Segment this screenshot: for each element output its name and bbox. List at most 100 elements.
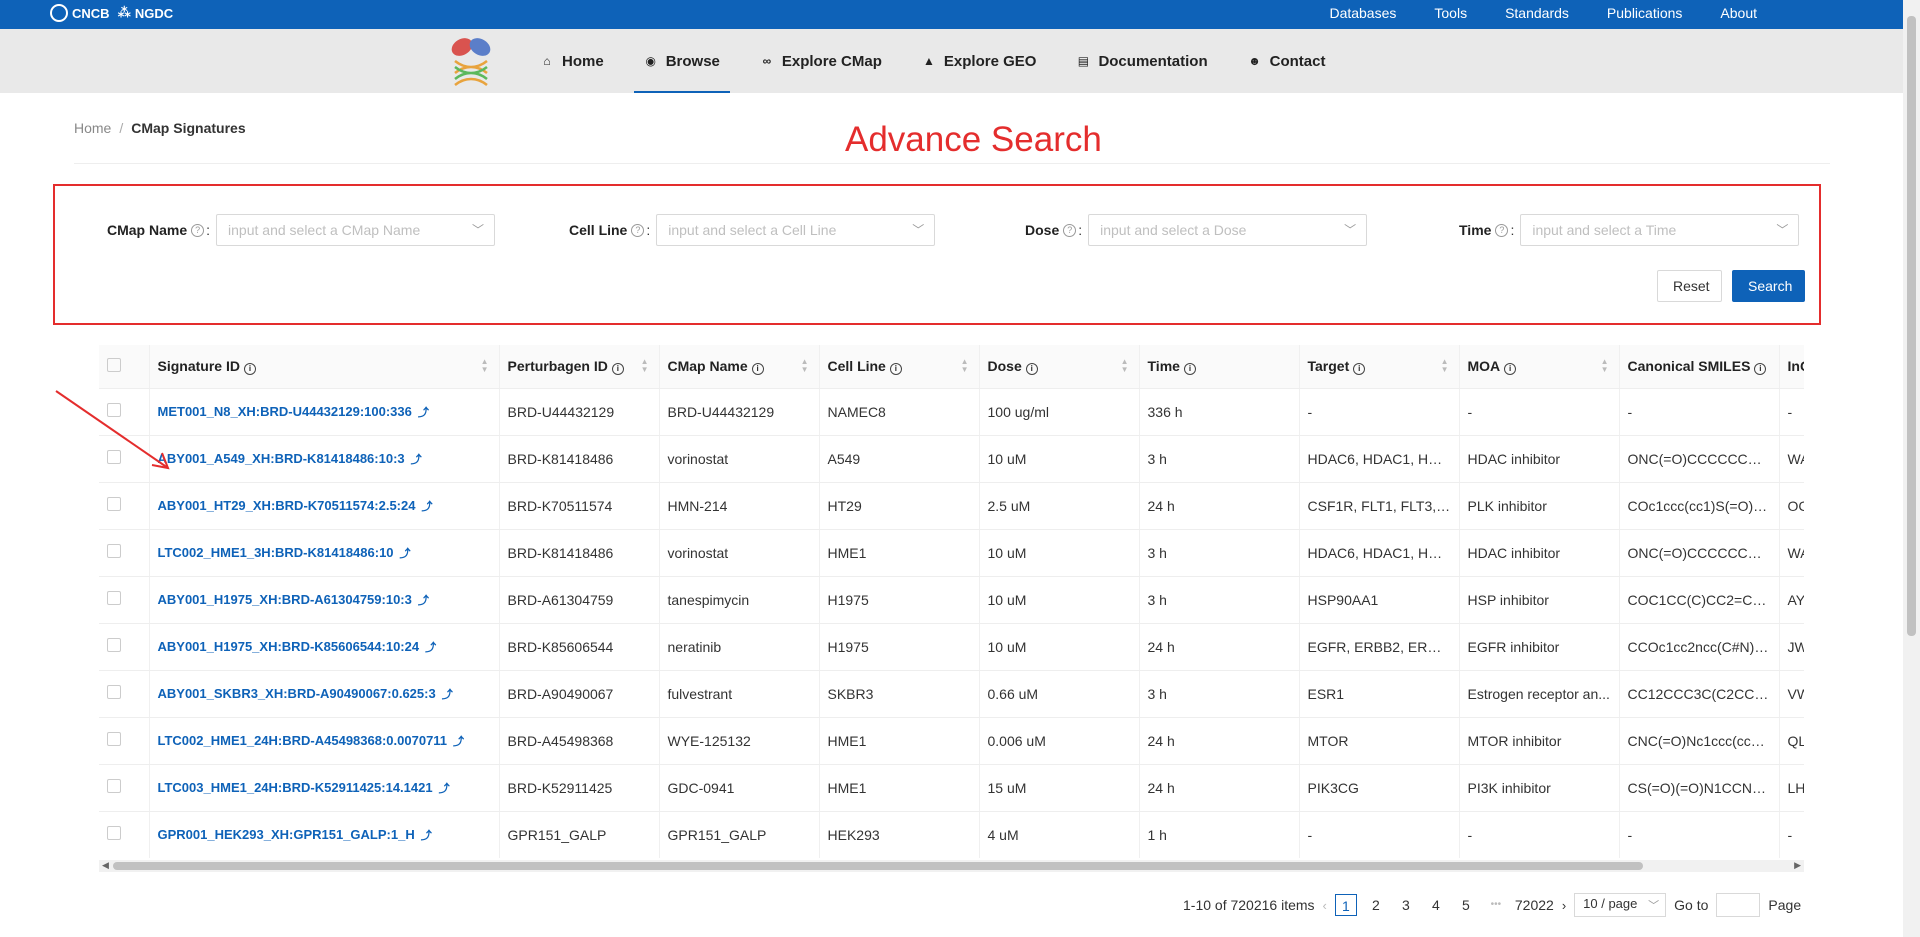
signature-id-link[interactable]: LTC003_HME1_24H:BRD-K52911425:14.1421 ⤴ bbox=[148, 764, 499, 812]
row-checkbox[interactable] bbox=[107, 685, 121, 699]
reset-button[interactable]: Reset bbox=[1657, 270, 1722, 302]
nav-browse[interactable]: ◉ Browse bbox=[624, 29, 740, 93]
chart-icon[interactable]: ⤴ bbox=[418, 595, 429, 607]
signature-id-link[interactable]: ABY001_H1975_XH:BRD-K85606544:10:24 ⤴ bbox=[148, 623, 499, 671]
scrollbar-thumb[interactable] bbox=[113, 862, 1643, 870]
table-row[interactable]: MET001_N8_XH:BRD-U44432129:100:336 ⤴ BRD-U… bbox=[99, 388, 1804, 436]
scrollbar-thumb[interactable] bbox=[1907, 16, 1916, 636]
scroll-right-icon[interactable]: ▶ bbox=[1794, 860, 1801, 871]
signature-id-link[interactable]: LTC002_HME1_3H:BRD-K81418486:10 ⤴ bbox=[148, 529, 499, 577]
chart-icon[interactable]: ⤴ bbox=[442, 689, 453, 701]
dose-select[interactable]: input and select a Dose ﹀ bbox=[1088, 214, 1368, 246]
cmap-name-select[interactable]: input and select a CMap Name ﹀ bbox=[216, 214, 496, 246]
help-icon[interactable]: ? bbox=[191, 223, 205, 237]
chart-icon[interactable]: ⤴ bbox=[418, 407, 429, 419]
col-cmap-name[interactable]: CMap Name i ▲ ▼ bbox=[658, 345, 819, 389]
col-signature-id[interactable]: Signature ID i ▲ ▼ bbox=[148, 345, 499, 389]
row-checkbox[interactable] bbox=[107, 638, 121, 652]
sort-icon[interactable]: ▲ ▼ bbox=[801, 358, 809, 374]
time-select[interactable]: input and select a Time ﹀ bbox=[1520, 214, 1800, 246]
col-inchi[interactable]: InC bbox=[1778, 345, 1804, 389]
signature-id-link[interactable]: ABY001_A549_XH:BRD-K81418486:10:3 ⤴ bbox=[148, 435, 499, 483]
sort-icon[interactable]: ▲ ▼ bbox=[1601, 358, 1609, 374]
table-row[interactable]: LTC002_HME1_24H:BRD-A45498368:0.0070711 ⤴… bbox=[99, 717, 1804, 765]
signature-id-link[interactable]: LTC002_HME1_24H:BRD-A45498368:0.0070711 ⤴ bbox=[148, 717, 499, 765]
col-target[interactable]: Target i ▲ ▼ bbox=[1298, 345, 1459, 389]
top-link-tools[interactable]: Tools bbox=[1434, 5, 1467, 21]
signature-id-link[interactable]: ABY001_H1975_XH:BRD-A61304759:10:3 ⤴ bbox=[148, 576, 499, 624]
nav-contact[interactable]: ☻ Contact bbox=[1228, 29, 1346, 93]
help-icon[interactable]: ? bbox=[1495, 223, 1509, 237]
row-checkbox[interactable] bbox=[107, 732, 121, 746]
col-canonical-smiles[interactable]: Canonical SMILES i bbox=[1618, 345, 1779, 389]
table-row[interactable]: LTC003_HME1_24H:BRD-K52911425:14.1421 ⤴ BR… bbox=[99, 764, 1804, 812]
help-icon[interactable]: ? bbox=[1063, 223, 1077, 237]
page-last[interactable]: 72022 bbox=[1515, 894, 1554, 916]
search-button[interactable]: Search bbox=[1732, 270, 1805, 302]
signature-id-link[interactable]: ABY001_HT29_XH:BRD-K70511574:2.5:24 ⤴ bbox=[148, 482, 499, 530]
breadcrumb-home[interactable]: Home bbox=[74, 120, 111, 136]
top-link-databases[interactable]: Databases bbox=[1329, 5, 1396, 21]
page-4[interactable]: 4 bbox=[1425, 894, 1447, 916]
col-moa[interactable]: MOA i ▲ ▼ bbox=[1458, 345, 1619, 389]
chart-icon[interactable]: ⤴ bbox=[411, 454, 422, 466]
page-size-select[interactable]: 10 / page ﹀ bbox=[1574, 893, 1667, 917]
sort-icon[interactable]: ▲ ▼ bbox=[1441, 358, 1449, 374]
row-checkbox[interactable] bbox=[107, 497, 121, 511]
table-row[interactable]: GPR001_HEK293_XH:GPR151_GALP:1_H ⤴ GPR151_… bbox=[99, 811, 1804, 858]
pagination-ellipsis[interactable]: ••• bbox=[1485, 894, 1507, 916]
top-link-standards[interactable]: Standards bbox=[1505, 5, 1569, 21]
top-link-publications[interactable]: Publications bbox=[1607, 5, 1683, 21]
col-perturbagen-id[interactable]: Perturbagen ID i ▲ ▼ bbox=[498, 345, 659, 389]
chart-icon[interactable]: ⤴ bbox=[425, 642, 436, 654]
col-time[interactable]: Time i bbox=[1138, 345, 1299, 389]
next-page-icon[interactable]: › bbox=[1562, 898, 1566, 913]
table-row[interactable]: ABY001_H1975_XH:BRD-K85606544:10:24 ⤴ BRD-… bbox=[99, 623, 1804, 671]
help-icon[interactable]: ? bbox=[631, 223, 645, 237]
nav-documentation[interactable]: ▤ Documentation bbox=[1056, 29, 1227, 93]
row-checkbox[interactable] bbox=[107, 591, 121, 605]
nav-explore-geo[interactable]: ▲ Explore GEO bbox=[902, 29, 1057, 93]
nav-explore-cmap[interactable]: ∞ Explore CMap bbox=[740, 29, 902, 93]
vertical-scrollbar[interactable] bbox=[1903, 0, 1920, 937]
goto-page-input[interactable] bbox=[1716, 893, 1761, 917]
select-all-checkbox[interactable] bbox=[107, 357, 121, 372]
prev-page-icon[interactable]: ‹ bbox=[1323, 898, 1327, 913]
table-row[interactable]: LTC002_HME1_3H:BRD-K81418486:10 ⤴ BRD-K814… bbox=[99, 529, 1804, 577]
cell-line-select[interactable]: input and select a Cell Line ﹀ bbox=[656, 214, 936, 246]
cncb-ngdc-logo[interactable]: CNCB ⁂ NGDC bbox=[50, 4, 173, 22]
sort-icon[interactable]: ▲ ▼ bbox=[961, 358, 969, 374]
sort-icon[interactable]: ▲ ▼ bbox=[481, 358, 489, 374]
table-cell: - bbox=[1458, 388, 1619, 436]
row-checkbox[interactable] bbox=[107, 544, 121, 558]
col-cell-line[interactable]: Cell Line i ▲ ▼ bbox=[818, 345, 979, 389]
table-cell: - bbox=[1618, 388, 1779, 436]
page-1[interactable]: 1 bbox=[1334, 894, 1357, 916]
scroll-left-icon[interactable]: ◀ bbox=[102, 860, 109, 871]
horizontal-scrollbar[interactable]: ◀ ▶ bbox=[99, 860, 1804, 872]
row-checkbox[interactable] bbox=[107, 779, 121, 793]
chart-icon[interactable]: ⤴ bbox=[421, 501, 432, 513]
sort-icon[interactable]: ▲ ▼ bbox=[1121, 358, 1129, 374]
table-row[interactable]: ABY001_HT29_XH:BRD-K70511574:2.5:24 ⤴ BRD-… bbox=[99, 482, 1804, 530]
chart-icon[interactable]: ⤴ bbox=[453, 736, 464, 748]
page-5[interactable]: 5 bbox=[1455, 894, 1477, 916]
app-logo[interactable] bbox=[445, 33, 497, 87]
chart-icon[interactable]: ⤴ bbox=[400, 548, 411, 560]
chart-icon[interactable]: ⤴ bbox=[421, 830, 432, 842]
table-cell: EGFR inhibitor bbox=[1458, 623, 1619, 671]
page-2[interactable]: 2 bbox=[1365, 894, 1387, 916]
table-row[interactable]: ABY001_A549_XH:BRD-K81418486:10:3 ⤴ BRD-K8… bbox=[99, 435, 1804, 483]
signature-id-link[interactable]: ABY001_SKBR3_XH:BRD-A90490067:0.625:3 ⤴ bbox=[148, 670, 499, 718]
table-row[interactable]: ABY001_H1975_XH:BRD-A61304759:10:3 ⤴ BRD-A… bbox=[99, 576, 1804, 624]
table-row[interactable]: ABY001_SKBR3_XH:BRD-A90490067:0.625:3 ⤴ BR… bbox=[99, 670, 1804, 718]
nav-home[interactable]: ⌂ Home bbox=[520, 29, 624, 93]
col-dose[interactable]: Dose i ▲ ▼ bbox=[978, 345, 1139, 389]
top-link-about[interactable]: About bbox=[1720, 5, 1757, 21]
page-3[interactable]: 3 bbox=[1395, 894, 1417, 916]
signature-id-link[interactable]: MET001_N8_XH:BRD-U44432129:100:336 ⤴ bbox=[148, 388, 499, 436]
row-checkbox[interactable] bbox=[107, 826, 121, 840]
sort-icon[interactable]: ▲ ▼ bbox=[641, 358, 649, 374]
signature-id-link[interactable]: GPR001_HEK293_XH:GPR151_GALP:1_H ⤴ bbox=[148, 811, 499, 858]
chart-icon[interactable]: ⤴ bbox=[439, 783, 450, 795]
